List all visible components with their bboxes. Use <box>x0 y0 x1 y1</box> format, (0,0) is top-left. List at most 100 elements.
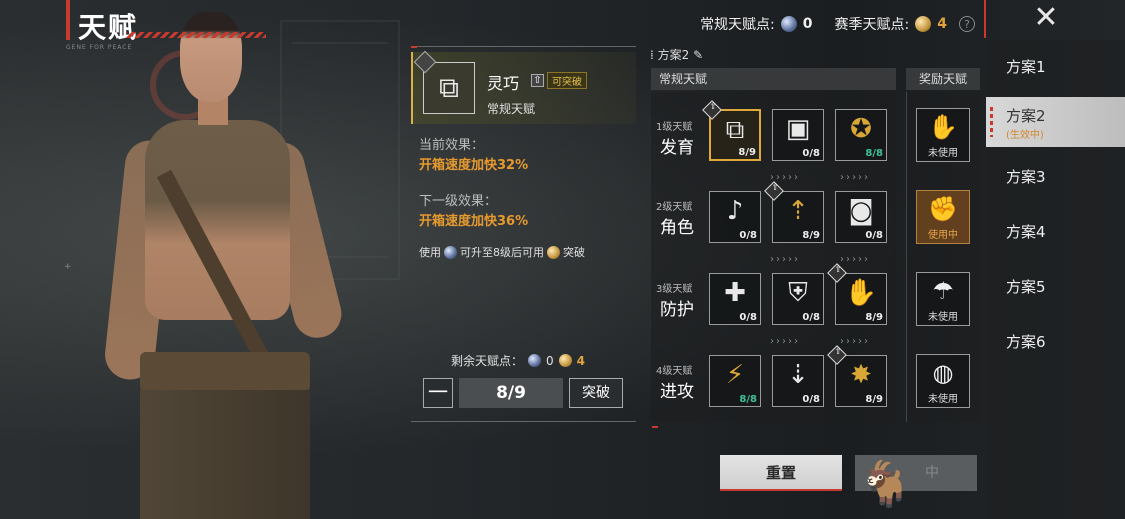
reward-talent-node[interactable]: ☂ 未使用 <box>916 272 970 326</box>
hand-bag-icon: ✋ <box>928 113 958 141</box>
dots-icon: ⁞ <box>650 48 658 62</box>
talent-type: 常规天赋 <box>487 102 536 116</box>
talent-detail-panel: ⧉ 灵巧 ⇧ 可突破 常规天赋 当前效果： 开箱速度加快32% 下一级效果： 开… <box>411 46 636 426</box>
talent-level: 0/8 <box>739 230 757 241</box>
plan-item-label: 方案2 <box>1006 107 1046 125</box>
talent-level: 0/8 <box>802 148 820 159</box>
remaining-points-label: 剩余天赋点： <box>451 354 524 368</box>
next-effect-label: 下一级效果： <box>419 194 498 209</box>
remaining-normal-value: 0 <box>546 353 554 368</box>
chevrons-icon: ››››› <box>770 336 800 347</box>
talent-node[interactable]: ✚ 0/8 <box>709 273 761 325</box>
plan-item-label: 方案4 <box>1006 223 1046 241</box>
strong-man-icon: ✊ <box>928 195 958 223</box>
season-points-value: 4 <box>937 16 947 32</box>
talent-node[interactable]: ⇣ 0/8 <box>772 355 824 407</box>
talent-node[interactable]: ⚡ 8/8 <box>709 355 761 407</box>
talent-level: 8/9 <box>738 147 756 158</box>
talent-level: 8/8 <box>865 148 883 159</box>
current-effect-value: 开箱速度加快32% <box>419 158 529 173</box>
close-icon[interactable]: ✕ <box>1030 2 1062 34</box>
chevrons-icon: ››››› <box>840 336 870 347</box>
runner-badge-icon: ✪ <box>850 114 872 144</box>
title-stripe <box>126 32 266 38</box>
talent-node[interactable]: ✸ 8/9 <box>827 345 887 407</box>
break-hint-suffix: 突破 <box>563 246 585 259</box>
sprint-up-icon: ⇡ <box>787 196 809 226</box>
plan-item-1[interactable]: 方案1 <box>986 42 1125 92</box>
talent-level: 0/8 <box>802 312 820 323</box>
reward-status: 未使用 <box>928 312 958 323</box>
row-name: 发育 <box>660 138 694 158</box>
edit-icon[interactable]: ✎ <box>693 48 703 62</box>
talent-node-dexterity[interactable]: ⧉ 8/9 <box>702 100 761 161</box>
next-effect-value: 开箱速度加快36% <box>419 214 529 229</box>
chevrons-icon: ››››› <box>840 254 870 265</box>
break-hint: 使用 可升至8级后可用 突破 <box>419 244 585 260</box>
divider <box>984 0 986 38</box>
reward-talent-node[interactable]: ✊ 使用中 <box>916 190 970 244</box>
row-name: 防护 <box>660 300 694 320</box>
active-marker <box>990 107 993 137</box>
mascot-icon: 🐐 <box>858 459 913 510</box>
edge-marker-icon: + <box>64 262 72 272</box>
divider <box>652 426 658 428</box>
backpack-up-icon: ◙ <box>848 196 874 226</box>
row-name: 角色 <box>660 218 694 238</box>
plan-name: 方案2 <box>657 48 690 62</box>
reward-status: 未使用 <box>928 394 958 405</box>
talent-node[interactable]: ⇡ 8/9 <box>764 181 824 243</box>
glove-icon: ✋ <box>844 278 878 308</box>
normal-point-orb-icon <box>780 16 797 32</box>
decrease-button[interactable]: 一 <box>423 378 453 408</box>
talent-node[interactable]: ♪ 0/8 <box>709 191 761 243</box>
reward-status: 未使用 <box>928 148 958 159</box>
talent-node[interactable]: ⛨ 0/8 <box>772 273 824 325</box>
plan-title[interactable]: ⁞ 方案2 ✎ <box>650 46 703 63</box>
talent-name: 灵巧 <box>487 74 520 93</box>
talent-node[interactable]: ▣ 0/8 <box>772 109 824 161</box>
divider <box>411 46 636 47</box>
melee-down-icon: ⇣ <box>787 360 809 390</box>
talent-level: 0/8 <box>739 312 757 323</box>
current-effect-label: 当前效果： <box>419 138 485 153</box>
plan-item-3[interactable]: 方案3 <box>986 152 1125 202</box>
chevrons-icon: ››››› <box>840 172 870 183</box>
reward-talent-node[interactable]: ✋ 未使用 <box>916 108 970 162</box>
plan-item-label: 方案6 <box>1006 333 1046 351</box>
character-belt <box>140 352 310 392</box>
talent-level: 8/9 <box>865 312 883 323</box>
level-stepper: 一 8/9 突破 <box>423 378 623 408</box>
reward-talent-header: 奖励天赋 <box>906 68 980 90</box>
plan-item-label: 方案1 <box>1006 58 1046 76</box>
medic-figure-icon: ✚ <box>724 278 746 308</box>
plan-item-label: 方案5 <box>1006 278 1046 296</box>
remaining-points: 剩余天赋点： 0 4 <box>451 352 585 369</box>
plan-item-6[interactable]: 方案6 <box>986 317 1125 367</box>
help-icon[interactable]: ? <box>959 16 975 32</box>
row-label: 3级天赋 防护 <box>656 280 706 320</box>
plan-item-2[interactable]: 方案2 (生效中) <box>986 97 1125 147</box>
plan-item-4[interactable]: 方案4 <box>986 207 1125 257</box>
break-button[interactable]: 突破 <box>569 378 623 408</box>
reward-talent-node[interactable]: ◍ 未使用 <box>916 354 970 408</box>
supply-box-icon: ⧉ <box>423 62 475 114</box>
divider <box>411 46 417 48</box>
normal-points-label: 常规天赋点: <box>700 17 775 33</box>
talent-level: 0/8 <box>865 230 883 241</box>
talent-node[interactable]: ✪ 8/8 <box>835 109 887 161</box>
character-model[interactable] <box>60 0 360 519</box>
season-point-orb-icon <box>547 245 560 259</box>
level-display: 8/9 <box>459 378 563 408</box>
normal-points-value: 0 <box>802 16 813 32</box>
talent-node[interactable]: ◙ 0/8 <box>835 191 887 243</box>
suitcase-icon: ▣ <box>785 114 811 144</box>
talent-node[interactable]: ✋ 8/9 <box>827 263 887 325</box>
breakable-label: 可突破 <box>547 72 587 89</box>
reset-button[interactable]: 重置 <box>720 455 842 491</box>
sound-figure-icon: ♪ <box>726 196 744 226</box>
supply-box-icon: ⧉ <box>725 115 745 145</box>
page-title: 天赋 <box>78 11 139 44</box>
plan-item-5[interactable]: 方案5 <box>986 262 1125 312</box>
upgrade-tag-icon: ⇧ <box>531 74 544 87</box>
